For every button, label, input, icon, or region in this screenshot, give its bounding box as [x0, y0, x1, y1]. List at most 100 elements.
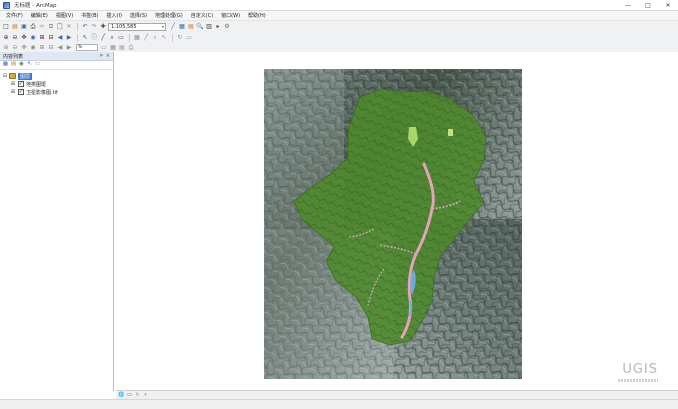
open-document-icon[interactable]: ▤ — [11, 23, 19, 31]
menu-help[interactable]: 帮助(H) — [244, 12, 270, 19]
layer-row[interactable]: ⊞ ✓ 地类图斑 — [2, 80, 113, 88]
menu-windows[interactable]: 窗口(W) — [217, 12, 244, 19]
tools-toolbar: ⊕ ⊖ ✥ ◉ ⊞ ⊟ ◀ ▶ ↖ ⓘ ╱ ⌕ ▭ ▦ ╱ ⌕ ↖ ↻ ▭ — [0, 32, 678, 43]
collapse-icon[interactable]: ⊟ — [2, 73, 8, 79]
layout-forward-icon[interactable]: ▶ — [65, 44, 73, 52]
list-by-drawing-order-icon[interactable]: ▦ — [2, 62, 9, 69]
pause-drawing-icon[interactable]: ⏸ — [142, 392, 149, 399]
layout-fixed-zoom-out-icon[interactable]: ⊟ — [47, 44, 55, 52]
new-document-icon[interactable]: □ — [2, 23, 10, 31]
map-display[interactable]: UGIS — [116, 52, 678, 391]
title-bar: 无标题 - ArcMap — □ ✕ — [0, 0, 678, 11]
save-icon[interactable]: ▣ — [20, 23, 28, 31]
layout-view-icon[interactable]: ▭ — [126, 392, 133, 399]
layout-zoom-out-icon[interactable]: ⊖ — [11, 44, 19, 52]
effects-tool-icon[interactable]: ↻ — [176, 34, 184, 42]
fixed-zoom-out-icon[interactable]: ⊟ — [47, 34, 55, 42]
ugis-watermark: UGIS — [622, 362, 658, 377]
minimize-button[interactable]: — — [618, 0, 638, 10]
menu-insert[interactable]: 插入(I) — [103, 12, 126, 19]
expand-icon[interactable]: ⊞ — [10, 89, 16, 95]
menu-customize[interactable]: 自定义(C) — [187, 12, 217, 19]
close-button[interactable]: ✕ — [658, 0, 678, 10]
grassland-parcel[interactable] — [448, 129, 453, 136]
pan-icon[interactable]: ✥ — [20, 34, 28, 42]
zoom-out-icon[interactable]: ⊖ — [11, 34, 19, 42]
layout-zoom-in-icon[interactable]: ⊕ — [2, 44, 10, 52]
editor-toolbar-icon[interactable]: ╱ — [169, 23, 177, 31]
watermark-subtitle — [618, 379, 658, 382]
python-window-icon[interactable]: ▸ — [214, 23, 222, 31]
menu-edit[interactable]: 编辑(E) — [27, 12, 52, 19]
search-window-icon[interactable]: 🔍 — [196, 23, 204, 31]
zoom-percent-input[interactable]: % — [76, 44, 98, 51]
change-layout-icon[interactable]: ⎙ — [127, 44, 135, 52]
labeling-tool-icon[interactable]: ⌕ — [151, 34, 159, 42]
menu-file[interactable]: 文件(F) — [2, 12, 27, 19]
table-of-contents-panel: 内容列表 ᴘ × ▦ ▤ ◉ ↖ ▭ ⊟ 图层 ⊞ ✓ 地类图斑 ⊞ ✓ 卫星影… — [0, 52, 114, 391]
layers-group-row[interactable]: ⊟ 图层 — [2, 72, 113, 80]
map-scale-value: 1:105,585 — [111, 23, 137, 30]
cut-icon[interactable]: ✂ — [38, 23, 46, 31]
close-icon[interactable]: × — [106, 53, 110, 59]
list-by-visibility-icon[interactable]: ◉ — [18, 62, 25, 69]
model-builder-icon[interactable]: ⚙ — [223, 23, 231, 31]
map-scale-input[interactable]: 1:105,585 ▾ — [108, 22, 166, 31]
swipe-tool-icon[interactable]: ▭ — [185, 34, 193, 42]
list-by-source-icon[interactable]: ▤ — [10, 62, 17, 69]
go-forward-icon[interactable]: ▶ — [65, 34, 73, 42]
map-view-switcher: 🌐 ▭ ↻ ⏸ — [116, 390, 678, 399]
drawing-tool-icon[interactable]: ╱ — [142, 34, 150, 42]
data-view-icon[interactable]: 🌐 — [118, 392, 125, 399]
menu-selection[interactable]: 选择(S) — [126, 12, 151, 19]
focus-data-frame-icon[interactable]: ▤ — [118, 44, 126, 52]
pin-icon[interactable]: ᴘ — [100, 53, 103, 59]
html-popup-icon[interactable]: ▭ — [117, 34, 125, 42]
expand-icon[interactable]: ⊞ — [10, 81, 16, 87]
layout-fixed-zoom-in-icon[interactable]: ⊞ — [38, 44, 46, 52]
maximize-button[interactable]: □ — [638, 0, 658, 10]
toc-options-icon[interactable]: ▭ — [34, 62, 41, 69]
copy-icon[interactable]: ⧉ — [47, 23, 55, 31]
layer-visibility-checkbox[interactable]: ✓ — [18, 89, 24, 95]
zoom-in-icon[interactable]: ⊕ — [2, 34, 10, 42]
chevron-down-icon[interactable]: ▾ — [162, 24, 165, 29]
redo-icon[interactable]: ↷ — [90, 23, 98, 31]
layers-group-label[interactable]: 图层 — [18, 72, 33, 80]
toolbar-separator — [172, 33, 173, 42]
page-view-icon[interactable]: ▭ — [100, 44, 108, 52]
go-back-icon[interactable]: ◀ — [56, 34, 64, 42]
layout-pan-icon[interactable]: ✥ — [20, 44, 28, 52]
list-by-selection-icon[interactable]: ↖ — [26, 62, 33, 69]
snapping-tool-icon[interactable]: ↖ — [160, 34, 168, 42]
undo-icon[interactable]: ↶ — [81, 23, 89, 31]
add-data-icon[interactable]: ✚ — [99, 23, 107, 31]
georeferencing-tool-icon[interactable]: ▦ — [133, 34, 141, 42]
paste-icon[interactable]: 📋 — [56, 23, 64, 31]
layer-visibility-checkbox[interactable]: ✓ — [18, 81, 24, 87]
refresh-icon[interactable]: ↻ — [134, 392, 141, 399]
toolbox-icon[interactable]: ▥ — [205, 23, 213, 31]
menu-bookmarks[interactable]: 书签(B) — [77, 12, 102, 19]
identify-icon[interactable]: ⓘ — [90, 34, 98, 42]
toggle-draft-icon[interactable]: ▦ — [109, 44, 117, 52]
print-icon[interactable]: ⎙ — [29, 23, 37, 31]
layer-row[interactable]: ⊞ ✓ 卫星影像图.tif — [2, 88, 113, 96]
select-features-icon[interactable]: ↖ — [81, 34, 89, 42]
toc-header: 内容列表 ᴘ × — [0, 52, 113, 61]
layout-full-extent-icon[interactable]: ◉ — [29, 44, 37, 52]
delete-icon[interactable]: ✕ — [65, 23, 73, 31]
find-icon[interactable]: ⌕ — [108, 34, 116, 42]
layer-name[interactable]: 卫星影像图.tif — [26, 89, 58, 96]
menu-geoprocessing[interactable]: 地理处理(G) — [151, 12, 187, 19]
layer-name[interactable]: 地类图斑 — [26, 81, 46, 88]
fixed-zoom-in-icon[interactable]: ⊞ — [38, 34, 46, 42]
full-extent-icon[interactable]: ◉ — [29, 34, 37, 42]
arcmap-app-icon — [3, 1, 10, 9]
measure-icon[interactable]: ╱ — [99, 34, 107, 42]
table-of-contents-icon[interactable]: ▦ — [178, 23, 186, 31]
layout-back-icon[interactable]: ◀ — [56, 44, 64, 52]
catalog-icon[interactable]: ▤ — [187, 23, 195, 31]
satellite-map[interactable] — [264, 69, 522, 379]
menu-view[interactable]: 视图(V) — [52, 12, 77, 19]
